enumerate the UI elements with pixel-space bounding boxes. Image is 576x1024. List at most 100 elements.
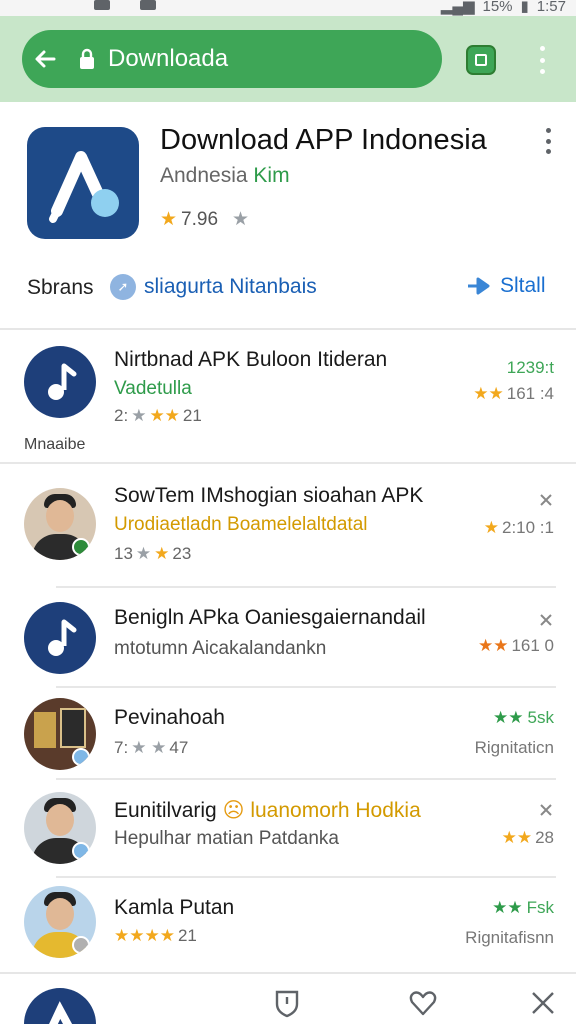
item-meta: ★★★★ 21	[114, 926, 197, 946]
shares-label: Sbrans	[27, 276, 94, 299]
meta-prefix: 7:	[114, 738, 129, 757]
dismiss-icon[interactable]	[538, 492, 554, 508]
status-bar: ▂▄▆ 15% ▮ 1:57	[0, 0, 576, 16]
meta-prefix: 13	[114, 544, 133, 563]
lock-icon	[78, 48, 96, 70]
item-title: Benigln APka Oaniesgaiernandail	[114, 606, 426, 629]
dismiss-icon[interactable]	[538, 612, 554, 628]
item-meta: 7: ★ ★ 47	[114, 738, 188, 758]
person-avatar	[24, 792, 96, 864]
star-icon: ★★	[473, 384, 504, 403]
star-icon: ★	[483, 518, 499, 537]
install-arrow-icon	[468, 277, 490, 295]
clock: 1:57	[536, 0, 566, 15]
status-notification-icons	[94, 0, 156, 10]
item-subtitle: mtotumn Aicakalandankn	[114, 638, 327, 659]
share-icon: ➚	[110, 274, 136, 300]
item-footer: Mnaaibe	[24, 436, 86, 453]
list-item[interactable]: Kamla Putan ★★★★ 21 ★★ Fsk Rignitafisnn	[0, 878, 576, 972]
app-rating: ★ 7.96 ★	[160, 208, 249, 231]
rating-value: 7.96	[181, 208, 219, 230]
status-system: ▂▄▆ 15% ▮ 1:57	[441, 0, 566, 15]
item-meta: 2: ★ ★★ 21	[114, 406, 202, 426]
star-icon: ★	[131, 406, 147, 425]
emoji-icon: ☹	[222, 799, 245, 822]
list-item[interactable]: Nirtbnad APK Buloon Itideran Vadetulla 2…	[0, 330, 576, 462]
notification-icon	[140, 0, 156, 10]
meta-prefix: 2:	[114, 406, 129, 425]
star-icon: ★	[232, 209, 250, 230]
star-icon: ★	[160, 209, 178, 230]
app-developer: Andnesia Kim	[160, 164, 290, 188]
tab-switcher-button[interactable]	[466, 45, 496, 75]
item-title-main: Eunitilvarig	[114, 799, 217, 822]
close-icon[interactable]	[528, 988, 558, 1018]
item-rating-value: 28	[535, 828, 554, 847]
list-item[interactable]: Benigln APka Oaniesgaiernandail mtotumn …	[0, 588, 576, 686]
item-size: 1239:t	[506, 358, 554, 377]
install-button[interactable]: Sltall	[466, 274, 546, 298]
music-logo-avatar	[24, 602, 96, 674]
item-subtitle: Hepulhar matian Patdanka	[114, 828, 339, 849]
item-size: 5sk	[527, 708, 554, 727]
install-label: Sltall	[500, 274, 546, 297]
star-icon: ★★	[477, 636, 509, 655]
item-rating: ★★ 161 :4	[473, 384, 554, 404]
item-title: SowTem IMshogian sioahan APK	[114, 484, 424, 507]
app-title: Download APP Indonesia	[160, 124, 487, 156]
star-icon: ★★	[493, 708, 524, 727]
music-note-icon	[48, 619, 77, 656]
item-rating-top: ★★ Fsk	[492, 898, 554, 918]
item-rating-value: 2:10 :1	[502, 518, 554, 537]
app-more-icon[interactable]	[540, 128, 556, 154]
app-logo-icon[interactable]	[24, 988, 96, 1024]
music-note-icon	[48, 363, 77, 400]
back-arrow-icon[interactable]	[34, 48, 56, 70]
item-rating: ★★ 28	[502, 828, 554, 848]
developer-name: Andnesia	[160, 164, 248, 187]
item-rating-top: ★★ 5sk	[493, 708, 554, 728]
star-icon: ★	[135, 544, 152, 563]
url-text: Downloada	[108, 45, 229, 72]
item-title: Nirtbnad APK Buloon Itideran	[114, 348, 388, 371]
bottom-navigation	[0, 972, 576, 1024]
list-item[interactable]: Eunitilvarig ☹ luanomorh Hodkia Hepulhar…	[0, 780, 576, 876]
music-logo-avatar	[24, 346, 96, 418]
item-rating-value: 161 0	[511, 636, 554, 655]
star-icon: ★★	[492, 898, 523, 917]
battery-level: 15%	[482, 0, 513, 15]
star-icon: ★★	[149, 406, 180, 425]
meta-count: 21	[177, 926, 197, 945]
meta-count: 23	[172, 544, 192, 563]
item-subtitle: Vadetulla	[114, 378, 192, 399]
dismiss-icon[interactable]	[538, 802, 554, 818]
browser-menu-icon[interactable]	[532, 44, 552, 76]
person-avatar	[24, 488, 96, 560]
app-logo-icon	[27, 127, 139, 239]
item-status: Rignitafisnn	[465, 928, 554, 947]
app-header: Download APP Indonesia Andnesia Kim ★ 7.…	[0, 102, 576, 330]
person-avatar	[24, 886, 96, 958]
address-bar[interactable]: Downloada	[22, 30, 442, 88]
item-status: Rignitaticn	[474, 738, 554, 757]
browser-toolbar: Downloada	[0, 16, 576, 102]
star-icon: ★ ★	[131, 738, 167, 757]
item-size: Fsk	[526, 898, 554, 917]
shield-icon[interactable]	[272, 988, 302, 1018]
app-actions: Sbrans ➚ sliagurta Nitanbais Sltall	[0, 272, 576, 308]
item-title: Pevinahoah	[114, 706, 225, 729]
list-item[interactable]: SowTem IMshogian sioahan APK Urodiaetlad…	[0, 464, 576, 586]
meta-count: 21	[182, 406, 202, 425]
item-subtitle: Urodiaetladn Boamelelaltdatal	[114, 514, 368, 535]
star-icon: ★★★★	[114, 926, 175, 945]
item-rating: ★★ 161 0	[478, 636, 554, 656]
heart-icon[interactable]	[408, 988, 438, 1018]
share-link-label: sliagurta Nitanbais	[144, 275, 317, 298]
item-meta: 13 ★ ★ 23	[114, 544, 191, 564]
star-icon: ★	[154, 544, 170, 563]
list-item[interactable]: Pevinahoah 7: ★ ★ 47 ★★ 5sk Rignitaticn	[0, 688, 576, 778]
notification-icon	[94, 0, 110, 10]
signal-icon: ▂▄▆	[440, 0, 475, 15]
developer-tag: Kim	[253, 164, 290, 187]
share-link[interactable]: ➚ sliagurta Nitanbais	[110, 274, 317, 300]
